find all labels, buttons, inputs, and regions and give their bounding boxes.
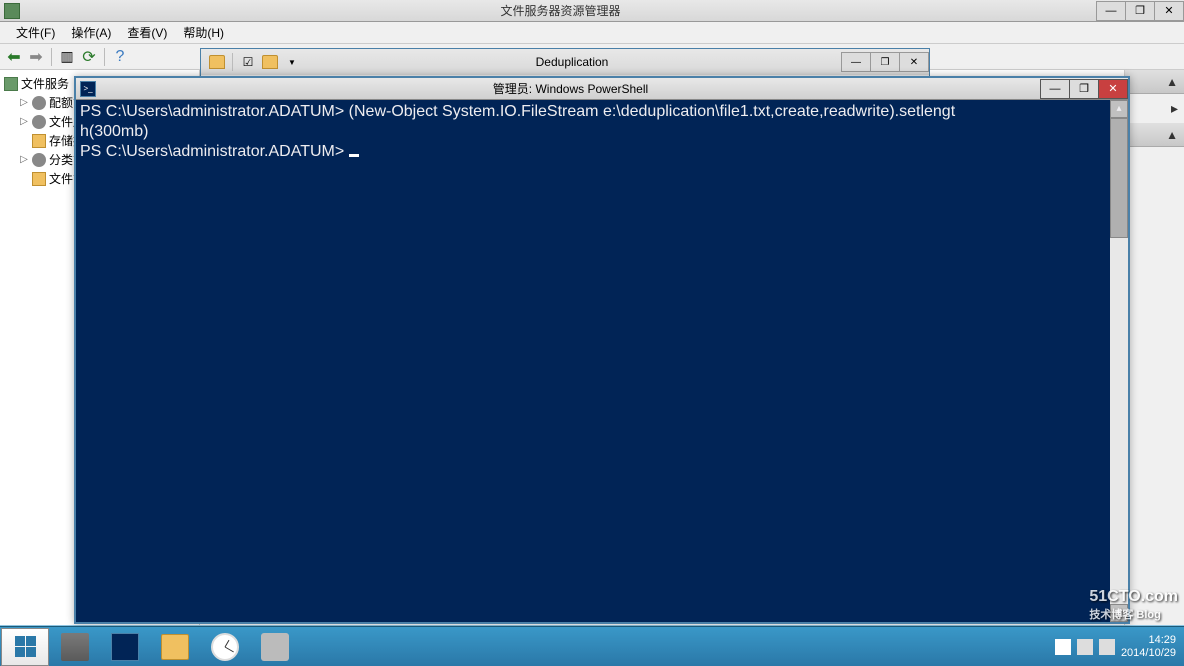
tray-date: 2014/10/29 [1121,647,1176,660]
server-icon [4,77,18,91]
powershell-title: 管理员: Windows PowerShell [100,80,1041,97]
server-manager-icon [61,633,89,661]
dropdown-icon[interactable]: ▼ [282,52,302,72]
tray-time: 14:29 [1121,634,1176,647]
mmc-menubar: 文件(F) 操作(A) 查看(V) 帮助(H) [0,22,1184,44]
start-button[interactable] [1,628,49,666]
mmc-actions-pane: ▲ ▸ ▲ [1124,70,1184,625]
explorer-window: ☑ ▼ Deduplication — ❐ ✕ [200,48,930,78]
clock-tray[interactable]: 14:29 2014/10/29 [1121,634,1176,660]
gear-icon [32,96,46,110]
taskbar-explorer[interactable] [151,628,199,666]
collapse-up-icon[interactable]: ▲ [1166,75,1178,89]
scroll-track[interactable] [1110,118,1128,604]
refresh-button[interactable]: ⟳ [79,47,99,67]
powershell-titlebar[interactable]: >_ 管理员: Windows PowerShell — ❐ ✕ [76,78,1128,100]
show-hide-button[interactable]: ▥ [57,47,77,67]
network-icon[interactable] [1077,639,1093,655]
minimize-button[interactable]: — [841,52,871,72]
expand-icon [18,173,30,185]
maximize-button[interactable]: ❐ [1069,79,1099,99]
watermark-text: 51CTO.com [1089,588,1178,606]
clock-icon [211,633,239,661]
mmc-title: 文件服务器资源管理器 [24,2,1097,19]
menu-help[interactable]: 帮助(H) [175,22,232,43]
properties-icon[interactable]: ☑ [238,52,258,72]
watermark: 51CTO.com 技术博客 Blog [1089,588,1178,622]
action-header[interactable]: ▲ [1125,123,1184,147]
gear-icon [32,115,46,129]
watermark-sub: 技术博客 Blog [1089,606,1178,622]
explorer-title: Deduplication [302,55,842,69]
folder-icon [32,134,46,148]
menu-file[interactable]: 文件(F) [8,22,63,43]
ps-prompt: PS C:\Users\administrator.ADATUM> [80,103,344,120]
fsrm-icon [4,3,20,19]
close-button[interactable]: ✕ [1098,79,1128,99]
menu-view[interactable]: 查看(V) [119,22,175,43]
back-button[interactable]: ⬅ [4,47,24,67]
powershell-console[interactable]: PS C:\Users\administrator.ADATUM> (New-O… [76,100,1128,622]
app-icon [261,633,289,661]
close-button[interactable]: ✕ [1154,1,1184,21]
mmc-titlebar[interactable]: 文件服务器资源管理器 — ❐ ✕ [0,0,1184,22]
scrollbar[interactable]: ▴ ▾ [1110,100,1128,622]
expand-icon[interactable]: ▷ [18,116,30,128]
menu-action[interactable]: 操作(A) [63,22,119,43]
taskbar-app[interactable] [251,628,299,666]
minimize-button[interactable]: — [1040,79,1070,99]
windows-logo-icon [15,636,36,657]
powershell-icon: >_ [80,81,96,97]
minimize-button[interactable]: — [1096,1,1126,21]
maximize-button[interactable]: ❐ [1125,1,1155,21]
powershell-window: >_ 管理员: Windows PowerShell — ❐ ✕ PS C:\U… [74,76,1130,624]
tree-root-label: 文件服务 [21,75,69,92]
taskbar: 14:29 2014/10/29 [0,626,1184,666]
ps-command-cont: h(300mb) [80,123,148,140]
action-center-icon[interactable] [1055,639,1071,655]
cursor-icon [349,154,359,157]
action-arrow-right[interactable]: ▸ [1125,94,1184,123]
forward-button[interactable]: ➡ [26,47,46,67]
folder-icon[interactable] [260,52,280,72]
expand-icon[interactable]: ▷ [18,154,30,166]
scroll-up-button[interactable]: ▴ [1110,100,1128,118]
ps-prompt: PS C:\Users\administrator.ADATUM> [80,143,344,160]
taskbar-server-manager[interactable] [51,628,99,666]
maximize-button[interactable]: ❐ [870,52,900,72]
collapse-up-icon[interactable]: ▲ [1166,128,1178,142]
explorer-icon [161,634,189,660]
sound-icon[interactable] [1099,639,1115,655]
ps-command: (New-Object System.IO.FileStream e:\dedu… [349,103,955,120]
scroll-thumb[interactable] [1110,118,1128,238]
action-header[interactable]: ▲ [1125,70,1184,94]
system-tray: 14:29 2014/10/29 [1055,634,1184,660]
taskbar-clock[interactable] [201,628,249,666]
expand-icon [18,135,30,147]
close-button[interactable]: ✕ [899,52,929,72]
expand-icon[interactable]: ▷ [18,97,30,109]
help-button[interactable]: ? [110,47,130,67]
gear-icon [32,153,46,167]
folder-icon[interactable] [207,52,227,72]
taskbar-powershell[interactable] [101,628,149,666]
explorer-titlebar[interactable]: ☑ ▼ Deduplication — ❐ ✕ [201,49,929,75]
powershell-icon [111,633,139,661]
folder-icon [32,172,46,186]
